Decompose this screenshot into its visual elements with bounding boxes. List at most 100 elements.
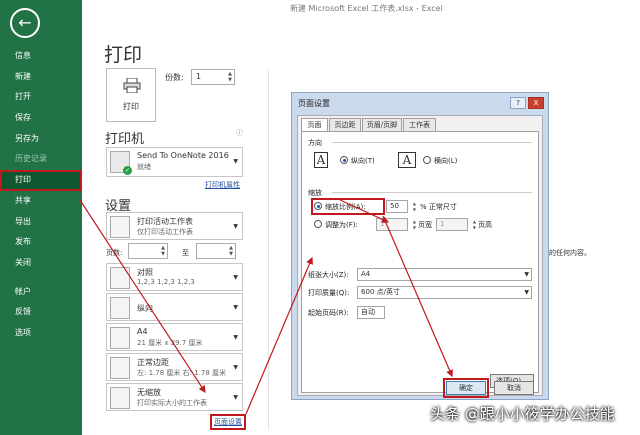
nav-publish[interactable]: 发布 [0,232,82,253]
dropdown-arrow-icon: ▼ [233,334,238,341]
print-what-select[interactable]: 打印活动工作表 仅打印活动工作表 ▼ [106,212,243,240]
backstage-sidebar: ← 信息 新建 打开 保存 另存为 历史记录 打印 共享 导出 发布 关闭 帐户… [0,0,82,435]
pages-from-input[interactable]: ▲ ▼ [128,243,168,259]
option-title: 纵向 [137,304,153,313]
fit-to-radio[interactable] [314,220,322,228]
window-title: 新建 Microsoft Excel 工作表.xlsx - Excel [290,4,443,13]
pages-to-input[interactable]: ▲ ▼ [196,243,236,259]
nav-close[interactable]: 关闭 [0,253,82,274]
spin-arrows-icon[interactable]: ▲ ▼ [161,245,165,257]
scaling-select[interactable]: 无缩放 打印实际大小的工作表 ▼ [106,383,243,411]
fit-wide-input[interactable]: 1 ▲ ▼ [376,218,416,231]
dialog-body: 页面 页边距 页眉/页脚 工作表 方向 A 纵向(T) A 横向(L) 缩放 缩… [297,115,543,396]
help-icon[interactable]: ? [510,97,526,109]
back-arrow-icon[interactable]: ← [10,8,40,38]
spin-arrows-icon[interactable]: ▲ ▼ [228,71,232,83]
print-quality-combo[interactable]: 600 点/英寸 ▼ [357,286,532,299]
spin-arrows-icon[interactable]: ▲ ▼ [229,245,233,257]
print-quality-label: 打印质量(Q): [308,289,350,297]
dropdown-arrow-icon: ▼ [233,223,238,230]
spin-arrows-icon[interactable]: ▲ ▼ [413,201,416,212]
dropdown-arrow-icon: ▼ [524,289,529,296]
dropdown-arrow-icon: ▼ [524,271,529,278]
portrait-page-icon: A [314,152,328,168]
option-desc: 仅打印活动工作表 [137,228,193,236]
tab-margins[interactable]: 页边距 [329,118,361,132]
orientation-select[interactable]: 纵向 ▼ [106,293,243,321]
nav-account[interactable]: 帐户 [0,282,82,303]
option-desc: 打印实际大小的工作表 [137,399,207,407]
option-title: 打印活动工作表 [137,217,193,226]
nav-print[interactable]: 打印 [0,170,82,191]
tab-header-footer[interactable]: 页眉/页脚 [362,118,402,132]
scaling-group-label: 缩放 [308,189,322,197]
scale-ratio-value: 50 [390,202,399,210]
fit-to-label: 调整为(F): [325,221,358,229]
orientation-group-label: 方向 [308,139,322,147]
paper-size-select[interactable]: A4 21 厘米 x 29.7 厘米 ▼ [106,323,243,351]
info-icon[interactable]: ⓘ [236,128,243,138]
printer-icon [123,78,141,93]
pages-to-label: 至 [182,249,189,257]
paper-size-combo[interactable]: A4 ▼ [357,268,532,281]
scale-ratio-radio[interactable] [314,202,322,210]
margins-icon [110,357,130,379]
fit-tall-suffix: 页高 [478,221,492,229]
nav-gap [0,274,82,282]
fit-tall-input[interactable]: 1 ▲ ▼ [436,218,476,231]
option-desc: 左: 1.78 厘米 右: 1.78 厘米 [137,369,227,377]
page-setup-link[interactable]: 页面设置 [210,414,246,430]
copies-label: 份数: [165,73,184,82]
landscape-page-icon: A [398,152,416,168]
scale-ratio-input[interactable]: 50 ▲ ▼ [386,200,416,213]
landscape-label: 横向(L) [434,157,458,165]
nav-options[interactable]: 选项 [0,323,82,344]
printer-section-heading: 打印机 [105,128,243,149]
nav-save[interactable]: 保存 [0,108,82,129]
first-page-label: 起始页码(R): [308,309,349,317]
portrait-icon [110,297,130,319]
collate-select[interactable]: 对照 1,2,3 1,2,3 1,2,3 ▼ [106,263,243,291]
margins-select[interactable]: 正常边距 左: 1.78 厘米 右: 1.78 厘米 ▼ [106,353,243,381]
fit-wide-value: 1 [380,220,385,228]
paper-size-value: A4 [361,270,371,278]
copies-stepper[interactable]: 1 ▲ ▼ [191,69,235,85]
nav-share[interactable]: 共享 [0,191,82,212]
dropdown-arrow-icon: ▼ [233,274,238,281]
dropdown-arrow-icon: ▼ [233,158,238,165]
watermark: 头条 @跟小小筱学办公技能 [430,405,615,423]
spin-arrows-icon[interactable]: ▲ ▼ [473,219,476,230]
first-page-input[interactable]: 自动 [357,306,385,319]
group-divider [332,142,532,143]
nav-open[interactable]: 打开 [0,87,82,108]
print-button-label: 打印 [123,102,139,111]
printer-select[interactable]: ✓ Send To OneNote 2016 就绪 ▼ [106,147,243,177]
collate-icon [110,267,130,289]
preview-text: 的任何内容。 [549,249,591,257]
dropdown-arrow-icon: ▼ [233,304,238,311]
nav-new[interactable]: 新建 [0,67,82,88]
nav-info[interactable]: 信息 [0,46,82,67]
fit-tall-value: 1 [440,220,445,228]
spin-arrows-icon[interactable]: ▲ ▼ [413,219,416,230]
portrait-radio[interactable] [340,156,348,164]
paper-icon [110,327,130,349]
nav-save-as[interactable]: 另存为 [0,129,82,150]
nav-export[interactable]: 导出 [0,212,82,233]
close-icon[interactable]: X [528,97,544,109]
printer-properties-link[interactable]: 打印机属性 [205,180,240,190]
portrait-label: 纵向(T) [351,157,375,165]
tab-panel-page: 方向 A 纵向(T) A 横向(L) 缩放 缩放比例(A): 50 ▲ ▼ % 正… [301,131,539,393]
pages-label: 页数: [106,249,123,257]
nav-feedback[interactable]: 反馈 [0,302,82,323]
group-divider [332,192,532,193]
tab-sheet[interactable]: 工作表 [403,118,436,132]
option-title: 对照 [137,268,153,277]
page-title: 打印 [104,44,143,66]
ok-button[interactable]: 确定 [443,378,489,398]
cancel-button[interactable]: 取消 [494,381,534,395]
scale-ratio-option[interactable]: 缩放比例(A): [311,198,385,215]
landscape-radio[interactable] [423,156,431,164]
print-button[interactable]: 打印 [106,68,156,122]
scaling-icon [110,387,130,409]
